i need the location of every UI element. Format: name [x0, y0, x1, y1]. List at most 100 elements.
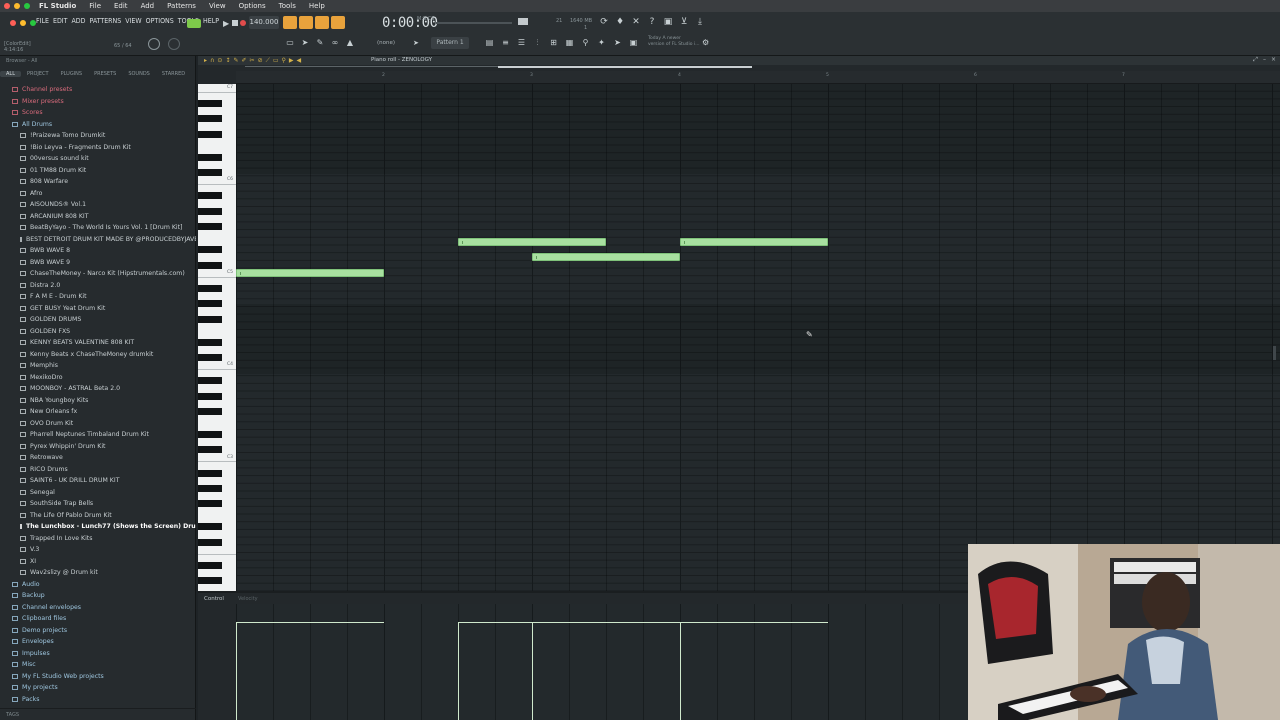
black-key[interactable]	[198, 153, 222, 161]
drum-kit-item[interactable]: Retrowave	[0, 452, 196, 464]
menu-edit[interactable]: Edit	[114, 2, 128, 10]
drum-kit-item[interactable]: Distra 2.0	[0, 280, 196, 292]
touch-keyboard-icon[interactable]: ➤	[612, 38, 623, 48]
drum-kit-item[interactable]: Afro	[0, 188, 196, 200]
drum-kit-item[interactable]: The Life Of Pablo Drum Kit	[0, 510, 196, 522]
black-key[interactable]	[198, 354, 222, 361]
fl-menu-file[interactable]: FILE	[36, 17, 49, 25]
menu-file[interactable]: File	[89, 2, 101, 10]
detach-icon[interactable]: ⤢	[1253, 56, 1258, 64]
stop-icon[interactable]	[232, 20, 238, 26]
black-key[interactable]	[198, 338, 222, 346]
mute-icon[interactable]: ⊘	[258, 57, 263, 64]
draw-icon[interactable]: ✎	[233, 57, 238, 64]
black-key[interactable]	[198, 431, 222, 438]
drum-kit-item[interactable]: Trapped In Love Kits	[0, 533, 196, 545]
horizontal-scrollbar[interactable]	[498, 66, 752, 68]
drum-kit-item[interactable]: Pharrell Neptunes Timbaland Drum Kit	[0, 429, 196, 441]
info-icon[interactable]: ▣	[628, 38, 639, 48]
black-key[interactable]	[198, 261, 222, 269]
folder-scores[interactable]: Scores	[0, 107, 196, 119]
black-key[interactable]	[198, 300, 222, 308]
select-icon[interactable]: ▭	[273, 57, 279, 64]
menu-help[interactable]: Help	[309, 2, 325, 10]
drum-kit-item[interactable]: MexikoDro	[0, 372, 196, 384]
metronome-icon[interactable]	[283, 16, 297, 29]
note-grid[interactable]	[236, 84, 1280, 592]
tab-all[interactable]: ALL	[0, 71, 21, 77]
fl-menu-add[interactable]: ADD	[72, 17, 86, 25]
black-key[interactable]	[198, 561, 222, 569]
browser-folder-item[interactable]: Audio	[0, 579, 196, 591]
drum-kit-item[interactable]: Pyrex Whippin' Drum Kit	[0, 441, 196, 453]
black-key[interactable]	[198, 223, 222, 231]
browser-icon[interactable]: ▦	[564, 38, 575, 48]
render-icon[interactable]: ⊻	[679, 16, 689, 28]
control-label[interactable]: Control	[204, 596, 224, 602]
plugin-picker-icon[interactable]: ⊞	[548, 38, 559, 48]
pencil-icon[interactable]: ✎	[315, 38, 325, 48]
drum-kit-item[interactable]: BeatByYayo - The World Is Yours Vol. 1 […	[0, 222, 196, 234]
drum-kit-item[interactable]: AISOUNDS® Vol.1	[0, 199, 196, 211]
drum-kit-item[interactable]: 808 Warfare	[0, 176, 196, 188]
black-key[interactable]	[198, 130, 222, 138]
timeline-ruler[interactable]: 2 3 4 5 6 7	[236, 71, 1280, 84]
drum-kit-item[interactable]: SAINT6 - UK DRILL DRUM KIT	[0, 475, 196, 487]
master-volume-slider[interactable]	[436, 22, 512, 24]
speaker-icon[interactable]: ◀	[297, 57, 302, 64]
black-key[interactable]	[198, 99, 222, 107]
black-key[interactable]	[198, 115, 222, 123]
fl-menu-options[interactable]: OPTIONS	[146, 17, 174, 25]
drum-kit-item[interactable]: 00versus sound kit	[0, 153, 196, 165]
browser-tags-bar[interactable]: TAGS	[0, 708, 196, 720]
record-button[interactable]	[240, 20, 246, 26]
drum-kit-item[interactable]: Memphis	[0, 360, 196, 372]
tab-plugins[interactable]: PLUGINS	[55, 71, 88, 77]
fl-close-button[interactable]	[10, 20, 16, 26]
minimize-window-button[interactable]	[14, 3, 20, 9]
midi-note[interactable]	[680, 238, 828, 246]
black-key[interactable]	[198, 577, 222, 585]
menu-view[interactable]: View	[209, 2, 226, 10]
black-key[interactable]	[198, 315, 222, 323]
drum-kit-item[interactable]: V.3	[0, 544, 196, 556]
browser-folder-item[interactable]: Channel envelopes	[0, 602, 196, 614]
mic-icon[interactable]: ♦	[615, 16, 625, 28]
drum-kit-item[interactable]: GOLDEN FXS	[0, 326, 196, 338]
black-key[interactable]	[198, 284, 222, 292]
menu-add[interactable]: Add	[141, 2, 155, 10]
drum-kit-item[interactable]: NBA Youngboy Kits	[0, 395, 196, 407]
tempo-display[interactable]: 140.000	[249, 16, 279, 29]
black-key[interactable]	[198, 392, 222, 400]
plugin-icon[interactable]: ⚲	[580, 38, 591, 48]
drum-kit-item[interactable]: Wav2slizy @ Drum kit	[0, 567, 196, 579]
midi-note[interactable]	[458, 238, 606, 246]
black-key[interactable]	[198, 246, 222, 254]
magnet-icon[interactable]: ∩	[210, 57, 214, 64]
browser-folder-item[interactable]: Demo projects	[0, 625, 196, 637]
main-volume-knob[interactable]	[148, 38, 160, 50]
fl-menu-view[interactable]: VIEW	[125, 17, 141, 25]
black-key[interactable]	[198, 523, 222, 531]
snap-icon[interactable]: ↕	[225, 57, 230, 64]
save-icon[interactable]: ▣	[663, 16, 673, 28]
stamp-icon[interactable]: ▲	[345, 38, 355, 48]
drum-kit-item[interactable]: GOLDEN DRUMS	[0, 314, 196, 326]
drum-kit-item[interactable]: SouthSide Trap Bells	[0, 498, 196, 510]
loop-record-icon[interactable]	[331, 16, 345, 29]
zoom-icon[interactable]: ⚲	[281, 57, 285, 64]
drum-kit-item[interactable]: !Praizewa Tomo Drumkit	[0, 130, 196, 142]
browser-folder-item[interactable]: Misc	[0, 659, 196, 671]
menu-arrow-icon[interactable]: ▸	[204, 57, 207, 64]
cpu-icon[interactable]: ⟳	[599, 16, 609, 28]
fl-menu-patterns[interactable]: PATTERNS	[90, 17, 122, 25]
tab-presets[interactable]: PRESETS	[88, 71, 122, 77]
menu-patterns[interactable]: Patterns	[167, 2, 196, 10]
drum-kit-item[interactable]: BWB WAVE 9	[0, 257, 196, 269]
drum-kit-item[interactable]: XI	[0, 556, 196, 568]
play-icon[interactable]: ▶	[223, 19, 229, 28]
folder-channel-presets[interactable]: Channel presets	[0, 84, 196, 96]
tab-project[interactable]: PROJECT	[21, 71, 55, 77]
keyboard-icon[interactable]: ▭	[285, 38, 295, 48]
drum-kit-item[interactable]: GET BUSY Yeat Drum Kit	[0, 303, 196, 315]
